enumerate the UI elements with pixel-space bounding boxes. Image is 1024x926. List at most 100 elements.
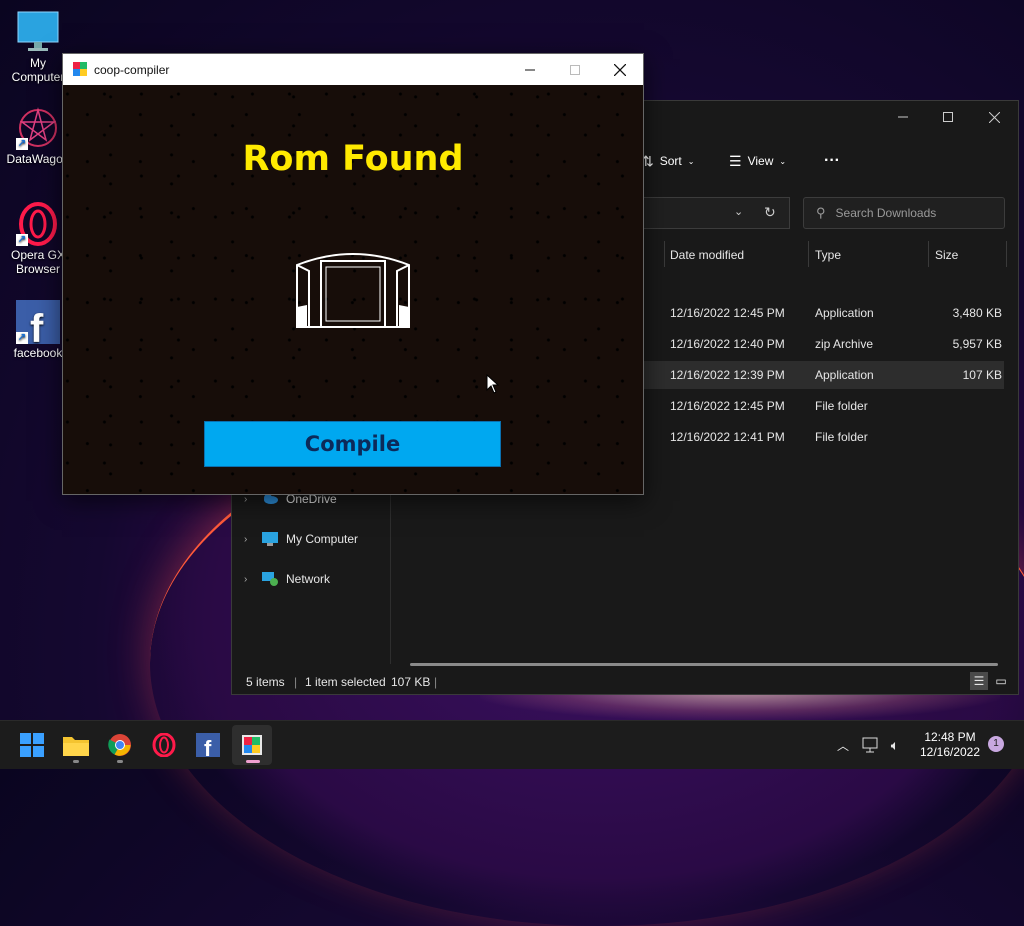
- clock-date: 12/16/2022: [919, 745, 981, 759]
- refresh-icon[interactable]: ↻: [764, 204, 776, 221]
- taskbar-facebook[interactable]: f: [188, 725, 228, 765]
- shortcut-arrow-icon: ↗: [16, 138, 28, 150]
- opera-gx-icon: [152, 733, 176, 757]
- monitor-icon: [16, 10, 60, 54]
- shortcut-arrow-icon: ↗: [16, 234, 28, 246]
- horizontal-scrollbar[interactable]: [410, 663, 998, 666]
- preview-view-icon[interactable]: ▭: [992, 672, 1010, 690]
- file-type: zip Archive: [815, 337, 874, 351]
- coop-minimize-button[interactable]: [507, 54, 552, 85]
- compile-button[interactable]: Compile: [204, 421, 501, 467]
- taskbar-chrome[interactable]: [100, 725, 140, 765]
- chrome-icon: [108, 734, 131, 756]
- status-selected: 1 item selected: [305, 675, 386, 689]
- running-indicator: [117, 760, 123, 763]
- close-icon: [988, 111, 1000, 123]
- explorer-minimize-button[interactable]: [880, 101, 926, 133]
- chevron-right-icon: ›: [244, 493, 248, 505]
- system-clock[interactable]: 12:48 PM 12/16/2022: [905, 730, 995, 760]
- column-separator[interactable]: [664, 241, 665, 267]
- svg-text:f: f: [30, 307, 44, 344]
- search-input[interactable]: ⚲ Search Downloads: [803, 197, 1005, 229]
- maximize-icon: [943, 112, 953, 122]
- column-header-type[interactable]: Type: [815, 243, 841, 267]
- address-history-chevron-icon[interactable]: ⌄: [734, 205, 743, 218]
- chevron-right-icon: ›: [244, 533, 248, 545]
- search-icon: ⚲: [816, 205, 826, 220]
- sort-label: Sort: [659, 154, 682, 168]
- more-options-button[interactable]: ···: [824, 151, 840, 171]
- view-label: View: [747, 154, 774, 168]
- volume-button[interactable]: 🔈︎: [884, 721, 906, 769]
- file-type: File folder: [815, 399, 868, 413]
- network-status-button[interactable]: [860, 721, 882, 769]
- mouse-cursor-icon: [486, 374, 500, 394]
- facebook-icon: f ↗: [16, 300, 60, 351]
- file-date: 12/16/2022 12:45 PM: [670, 306, 785, 320]
- status-bar: 5 items | 1 item selected 107 KB | ☰ ▭: [232, 668, 1018, 694]
- column-separator[interactable]: [928, 241, 929, 267]
- running-indicator: [73, 760, 79, 763]
- window-title: coop-compiler: [94, 63, 170, 77]
- chevron-down-icon: ⌄: [779, 156, 787, 166]
- details-view-icon[interactable]: ☰: [970, 672, 988, 690]
- view-icon: ☰: [729, 152, 742, 169]
- column-header-date[interactable]: Date modified: [670, 243, 744, 267]
- navigation-pane: › OneDrive › My Computer › Network: [232, 481, 391, 664]
- file-type: Application: [815, 306, 874, 320]
- search-placeholder: Search Downloads: [835, 206, 937, 220]
- explorer-close-button[interactable]: [971, 101, 1017, 133]
- column-header-size[interactable]: Size: [935, 243, 958, 267]
- coop-titlebar: coop-compiler: [63, 54, 643, 85]
- nav-item-my-computer[interactable]: › My Computer: [244, 527, 358, 551]
- sort-button[interactable]: ⇅ Sort ⌄: [642, 151, 694, 171]
- nav-item-network[interactable]: › Network: [244, 567, 330, 591]
- nav-label: My Computer: [286, 532, 359, 546]
- minimize-icon: [898, 116, 908, 118]
- start-button[interactable]: [12, 725, 52, 765]
- show-hidden-icons-button[interactable]: ︿: [832, 721, 854, 769]
- file-date: 12/16/2022 12:41 PM: [670, 430, 785, 444]
- rom-found-heading: Rom Found: [242, 139, 464, 179]
- coop-close-button[interactable]: [597, 54, 642, 85]
- column-separator[interactable]: [808, 241, 809, 267]
- file-size: 3,480 KB: [952, 306, 1002, 320]
- monitor-icon: [262, 532, 278, 546]
- taskbar-coop-compiler[interactable]: [232, 725, 272, 765]
- close-icon: [613, 63, 626, 76]
- file-date: 12/16/2022 12:39 PM: [670, 368, 785, 382]
- minimize-icon: [524, 69, 535, 70]
- coop-maximize-button: [552, 54, 597, 85]
- taskbar-file-explorer[interactable]: [56, 725, 96, 765]
- windows-logo-icon: [20, 733, 44, 757]
- opera-gx-icon: ↗: [16, 202, 60, 246]
- coop-compiler-window: coop-compiler Rom Found Compile: [62, 53, 644, 495]
- chevron-down-icon: ⌄: [687, 156, 695, 166]
- file-date: 12/16/2022 12:40 PM: [670, 337, 785, 351]
- file-date: 12/16/2022 12:45 PM: [670, 399, 785, 413]
- status-separator: |: [294, 675, 298, 689]
- n64-cartridge-icon: [296, 253, 410, 328]
- file-size: 107 KB: [962, 368, 1002, 382]
- nav-label: Network: [286, 572, 331, 586]
- app-icon: [73, 62, 87, 76]
- maximize-icon: [569, 64, 580, 75]
- view-button[interactable]: ☰ View ⌄: [729, 151, 786, 171]
- active-indicator: [246, 760, 260, 763]
- coop-body: Rom Found Compile: [63, 85, 643, 494]
- shortcut-arrow-icon: ↗: [16, 332, 28, 344]
- column-separator[interactable]: [1006, 241, 1007, 267]
- chevron-up-icon: ︿: [836, 738, 849, 753]
- coop-compiler-icon: [242, 735, 262, 755]
- explorer-maximize-button[interactable]: [925, 101, 971, 133]
- speaker-icon: 🔈︎: [890, 736, 900, 753]
- facebook-icon: f: [196, 733, 220, 757]
- taskbar-opera-gx[interactable]: [144, 725, 184, 765]
- chevron-right-icon: ›: [244, 573, 248, 585]
- file-size: 5,957 KB: [952, 337, 1002, 351]
- notification-badge[interactable]: 1: [988, 736, 1004, 752]
- svg-text:f: f: [204, 736, 212, 757]
- status-separator: |: [434, 675, 438, 689]
- status-item-count: 5 items: [246, 675, 285, 689]
- network-icon: [262, 572, 278, 586]
